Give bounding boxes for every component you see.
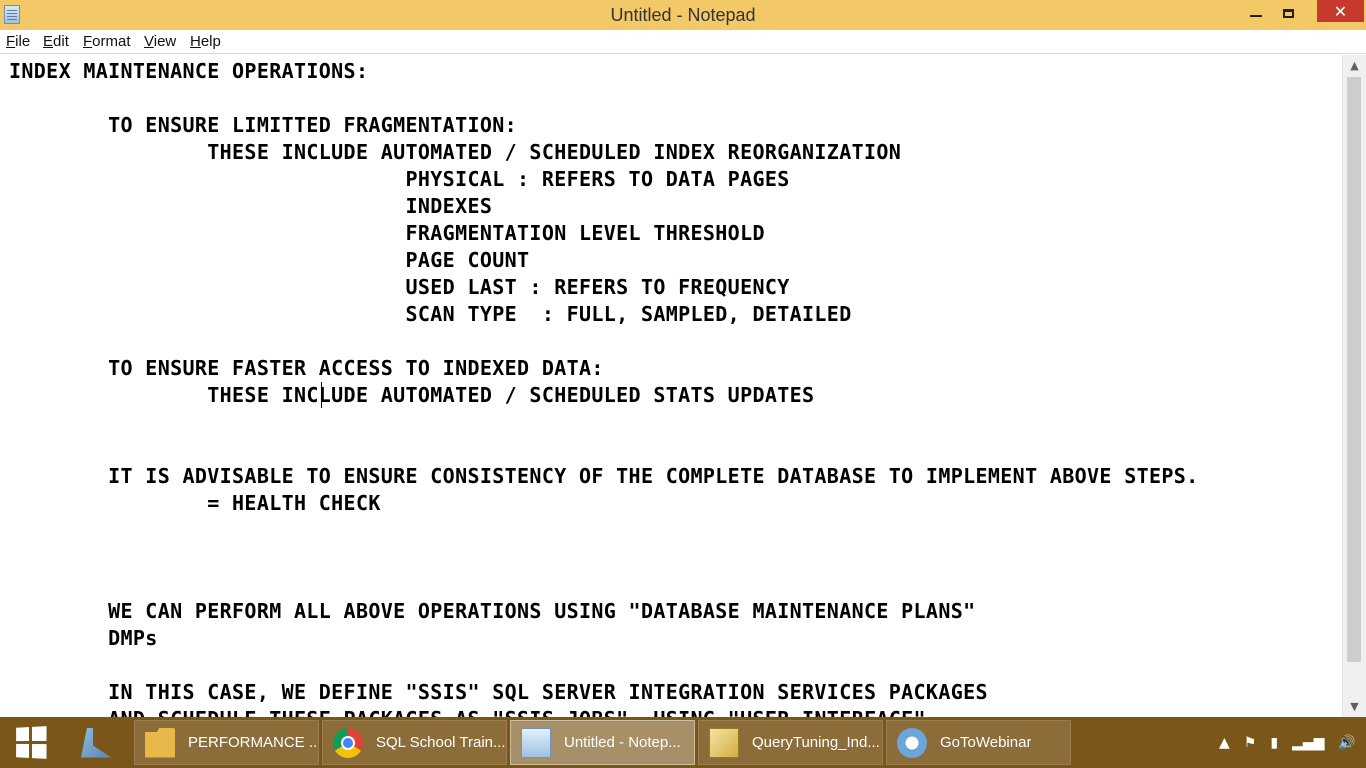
gotowebinar-icon [897, 727, 927, 758]
tools-icon [81, 727, 111, 758]
battery-icon[interactable]: ▮ [1270, 735, 1278, 751]
taskbar-button-label: Untitled - Notep... [564, 734, 681, 751]
menu-help[interactable]: Help [190, 33, 221, 50]
taskbar-button-sql-file[interactable]: QueryTuning_Ind... [698, 720, 883, 765]
taskbar-button-label: GoToWebinar [940, 734, 1032, 751]
taskbar: PERFORMANCE ... SQL School Train... Unti… [0, 717, 1366, 768]
window-title: Untitled - Notepad [610, 5, 756, 25]
taskbar-button-chrome[interactable]: SQL School Train... [322, 720, 507, 765]
close-icon: ✕ [1333, 1, 1348, 21]
close-button[interactable]: ✕ [1317, 0, 1364, 22]
scroll-down-arrow-icon[interactable]: ▼ [1343, 698, 1366, 715]
taskbar-button-performance-folder[interactable]: PERFORMANCE ... [134, 720, 319, 765]
maximize-button[interactable] [1268, 0, 1308, 26]
taskbar-button-notepad[interactable]: Untitled - Notep... [510, 720, 695, 765]
menu-bar: File Edit Format View Help [0, 30, 1366, 54]
taskbar-button-label: QueryTuning_Ind... [752, 734, 880, 751]
menu-view[interactable]: View [144, 33, 176, 50]
text-editor[interactable]: INDEX MAINTENANCE OPERATIONS: TO ENSURE … [0, 55, 1342, 717]
sql-file-icon [709, 727, 739, 758]
scroll-thumb[interactable] [1347, 77, 1361, 662]
notepad-icon [521, 727, 551, 758]
volume-icon[interactable]: 🔊 [1338, 735, 1355, 751]
title-bar[interactable]: Untitled - Notepad ✕ [0, 0, 1366, 30]
menu-edit[interactable]: Edit [43, 33, 69, 50]
taskbar-button-label: PERFORMANCE ... [188, 734, 318, 751]
tray-chevron-up-icon[interactable]: ▲ [1219, 735, 1230, 751]
text-caret [321, 382, 322, 408]
taskbar-button-label: SQL School Train... [376, 734, 506, 751]
menu-file[interactable]: File [6, 33, 30, 50]
system-tray: ▲ ⚑ ▮ ▂▄▆ 🔊 [1205, 717, 1366, 768]
windows-logo-icon [15, 726, 47, 759]
menu-format[interactable]: Format [83, 33, 131, 50]
taskbar-pinned-tools[interactable] [66, 720, 126, 765]
folder-icon [145, 727, 175, 758]
action-center-flag-icon[interactable]: ⚑ [1244, 735, 1257, 751]
editor-text[interactable]: INDEX MAINTENANCE OPERATIONS: TO ENSURE … [9, 58, 1199, 717]
start-button[interactable] [0, 717, 60, 768]
taskbar-button-gotowebinar[interactable]: GoToWebinar [886, 720, 1071, 765]
chrome-icon [333, 727, 363, 758]
network-signal-icon[interactable]: ▂▄▆ [1292, 735, 1324, 751]
scroll-up-arrow-icon[interactable]: ▲ [1343, 57, 1366, 74]
vertical-scrollbar[interactable]: ▲ ▼ [1342, 55, 1366, 717]
